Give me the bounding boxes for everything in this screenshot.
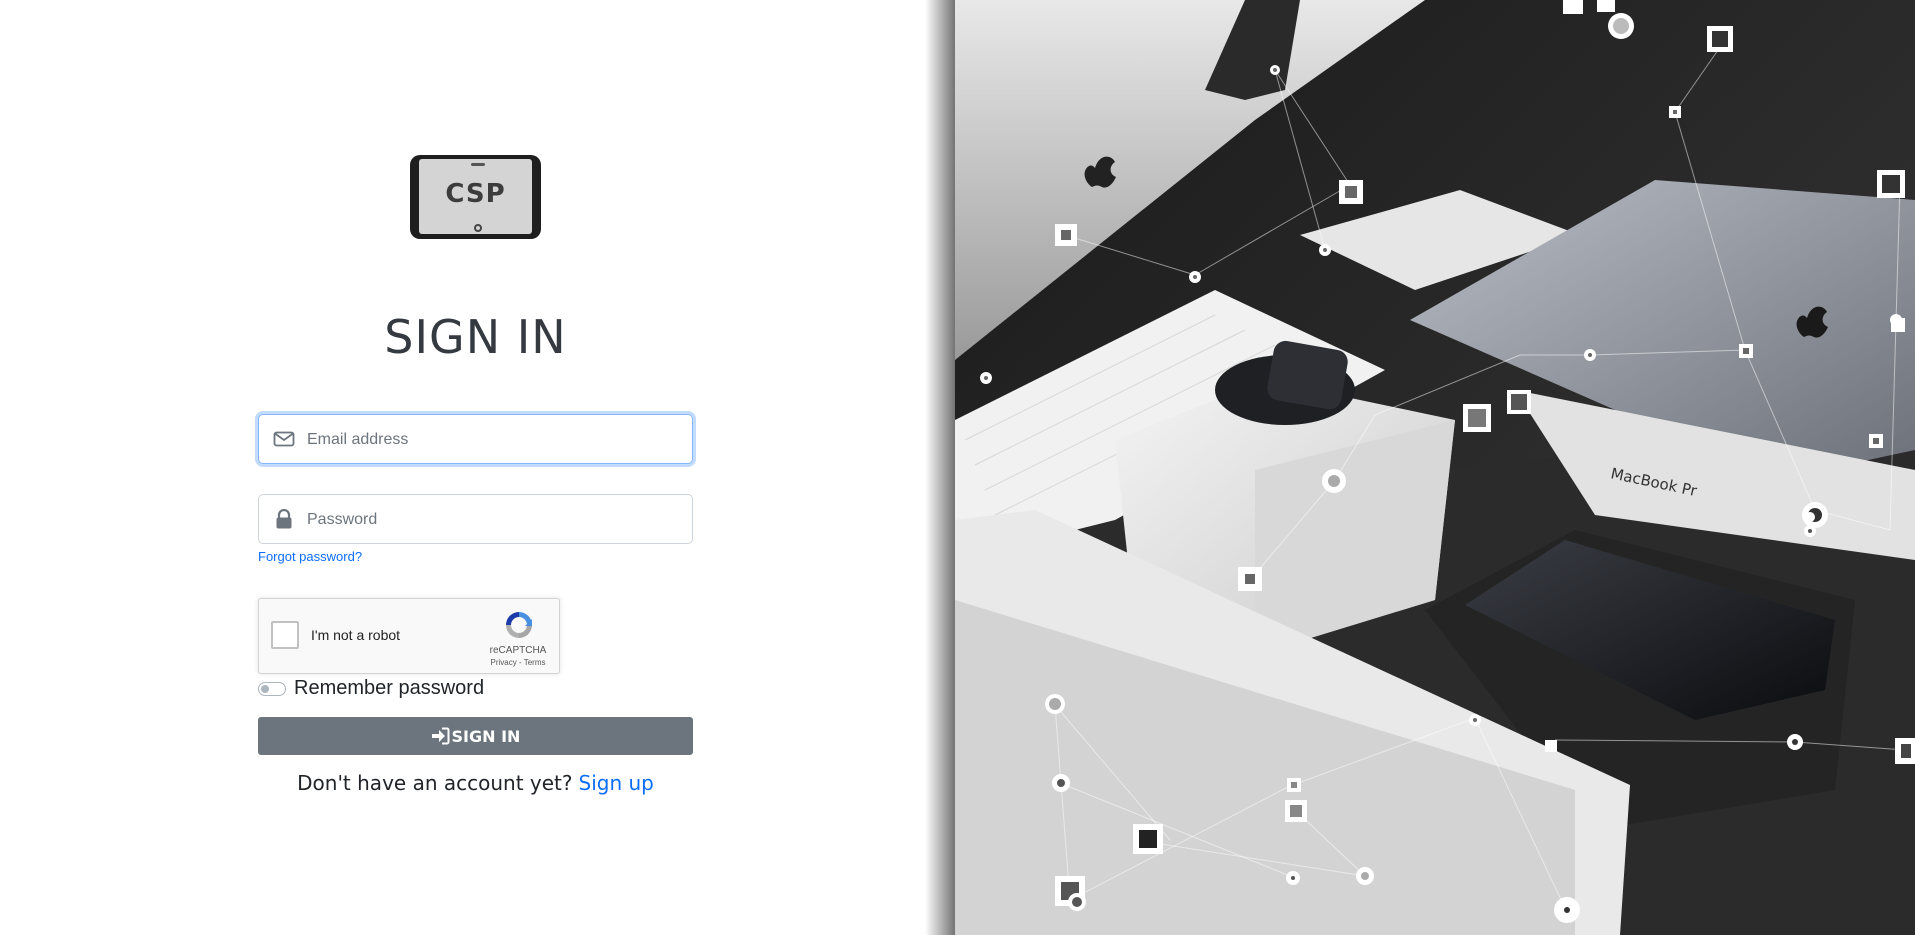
email-input[interactable] xyxy=(305,415,679,465)
logo-speaker xyxy=(471,163,485,166)
product-photo: MacBook Pr xyxy=(955,0,1915,935)
remember-password-label[interactable]: Remember password xyxy=(294,677,484,700)
envelope-icon xyxy=(273,431,295,447)
recaptcha-label: I'm not a robot xyxy=(311,627,401,643)
logo-home-button xyxy=(474,224,482,232)
sign-in-icon xyxy=(431,727,450,744)
recaptcha-icon xyxy=(506,612,532,638)
recaptcha-brand: reCAPTCHA xyxy=(489,645,547,656)
recaptcha-terms-link[interactable]: Privacy - Terms xyxy=(483,658,553,667)
logo-screen: CSP xyxy=(419,159,532,234)
forgot-password-link[interactable]: Forgot password? xyxy=(258,549,362,564)
watch-face xyxy=(1267,340,1348,410)
sign-in-button-label: SIGN IN xyxy=(451,727,521,746)
lock-icon xyxy=(276,509,292,529)
page-title: SIGN IN xyxy=(384,310,567,364)
panel-divider-shadow xyxy=(925,0,955,935)
no-account-text: Don't have an account yet? xyxy=(297,771,573,795)
hero-image: MacBook Pr xyxy=(955,0,1915,935)
signup-prompt: Don't have an account yet? Sign up xyxy=(258,771,693,795)
csp-logo: CSP xyxy=(410,155,541,239)
remember-password-toggle[interactable] xyxy=(258,682,286,696)
password-field[interactable] xyxy=(258,494,693,545)
login-panel: CSP SIGN IN Forgot password? I'm not a r… xyxy=(0,0,955,935)
toggle-knob xyxy=(261,685,269,693)
sign-up-link[interactable]: Sign up xyxy=(579,771,654,795)
recaptcha-widget: I'm not a robot reCAPTCHA Privacy - Term… xyxy=(258,598,560,674)
recaptcha-checkbox[interactable] xyxy=(271,621,299,649)
email-field[interactable] xyxy=(258,414,693,465)
sign-in-button[interactable]: SIGN IN xyxy=(258,717,693,755)
logo-text: CSP xyxy=(445,179,506,209)
password-input[interactable] xyxy=(305,495,679,545)
